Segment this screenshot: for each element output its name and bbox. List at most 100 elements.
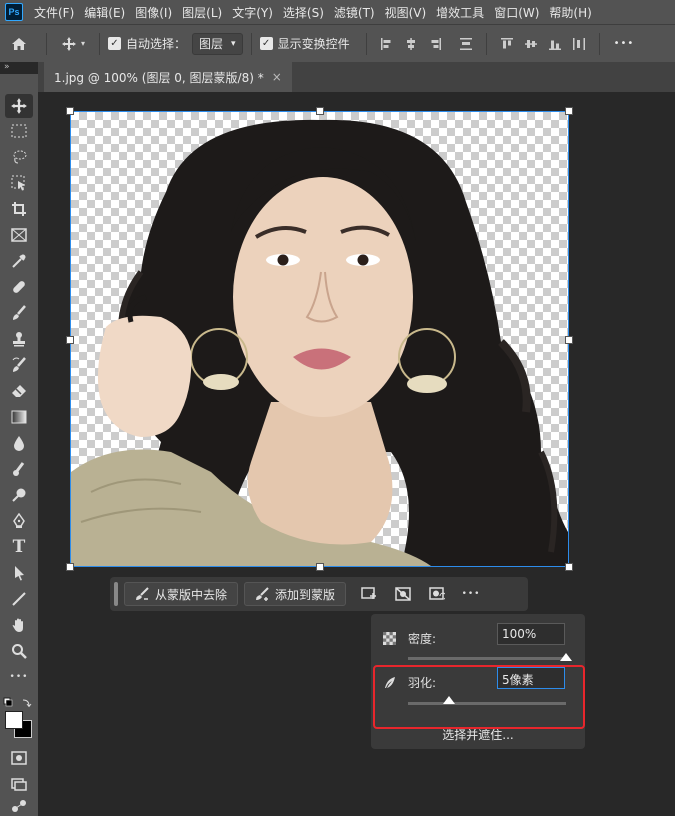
distribute-vertical-icon[interactable] bbox=[459, 37, 473, 51]
move-tool-icon[interactable] bbox=[5, 94, 33, 118]
separator bbox=[598, 32, 600, 55]
more-options-icon[interactable]: ••• bbox=[614, 38, 635, 49]
history-brush-icon[interactable] bbox=[5, 353, 33, 377]
align-bottom-icon[interactable] bbox=[548, 37, 562, 51]
transform-handle-top-left[interactable] bbox=[66, 107, 74, 115]
blur-tool-icon[interactable] bbox=[5, 431, 33, 455]
menu-plugins[interactable]: 增效工具 bbox=[431, 4, 489, 21]
auto-select-target-dropdown[interactable]: 图层 ▾ bbox=[192, 32, 243, 55]
more-options-icon[interactable]: ••• bbox=[454, 582, 488, 606]
menu-edit[interactable]: 编辑(E) bbox=[79, 4, 130, 21]
density-slider[interactable] bbox=[408, 653, 572, 661]
close-icon[interactable]: × bbox=[272, 70, 282, 84]
brush-minus-icon bbox=[136, 587, 149, 600]
feather-highlight-annotation bbox=[373, 665, 585, 729]
menu-select[interactable]: 选择(S) bbox=[278, 4, 329, 21]
subtract-from-mask-label: 从蒙版中去除 bbox=[155, 587, 228, 602]
canvas-area[interactable]: 从蒙版中去除 添加到蒙版 ••• 密度: 100% 羽化: 5像素 选择并遮住.… bbox=[38, 92, 675, 816]
transform-handle-right[interactable] bbox=[565, 336, 573, 344]
lasso-tool-icon[interactable] bbox=[5, 145, 33, 169]
path-select-icon[interactable] bbox=[5, 561, 33, 585]
screen-mode-icon[interactable] bbox=[5, 772, 33, 796]
move-tool-preset-icon[interactable]: ▾ bbox=[55, 36, 91, 52]
transform-handle-top-right[interactable] bbox=[565, 107, 573, 115]
align-horizontal-center-icon[interactable] bbox=[404, 37, 418, 51]
hand-tool-icon[interactable] bbox=[5, 613, 33, 637]
smudge-tool-icon[interactable] bbox=[5, 457, 33, 481]
line-tool-icon[interactable] bbox=[5, 587, 33, 611]
menu-bar: Ps 文件(F) 编辑(E) 图像(I) 图层(L) 文字(Y) 选择(S) 滤… bbox=[0, 0, 675, 24]
align-top-icon[interactable] bbox=[500, 37, 514, 51]
show-transform-controls-label: 显示变换控件 bbox=[277, 37, 350, 51]
marquee-tool-icon[interactable] bbox=[5, 119, 33, 143]
menu-filter[interactable]: 滤镜(T) bbox=[329, 4, 380, 21]
menu-layer[interactable]: 图层(L) bbox=[177, 4, 227, 21]
chevron-down-icon: ▾ bbox=[231, 38, 236, 49]
healing-brush-icon[interactable] bbox=[5, 275, 33, 299]
swatch-controls bbox=[3, 694, 35, 708]
home-icon[interactable] bbox=[0, 36, 38, 52]
add-to-mask-label: 添加到蒙版 bbox=[275, 587, 336, 602]
separator bbox=[250, 32, 252, 55]
object-select-tool-icon[interactable] bbox=[5, 171, 33, 195]
eyedropper-tool-icon[interactable] bbox=[5, 249, 33, 273]
brush-tool-icon[interactable] bbox=[5, 301, 33, 325]
crop-tool-icon[interactable] bbox=[5, 197, 33, 221]
transform-handle-top[interactable] bbox=[316, 107, 324, 115]
auto-select-checkbox[interactable]: ✓ bbox=[108, 37, 121, 50]
color-swatches[interactable] bbox=[4, 710, 34, 740]
menu-image[interactable]: 图像(I) bbox=[130, 4, 177, 21]
separator bbox=[485, 32, 487, 55]
transform-handle-bottom[interactable] bbox=[316, 563, 324, 571]
density-row: 密度: 100% bbox=[371, 623, 585, 658]
drag-handle[interactable] bbox=[114, 582, 118, 606]
document-tab-title: 1.jpg @ 100% (图层 0, 图层蒙版/8) * bbox=[54, 70, 264, 85]
mask-properties-icon[interactable] bbox=[352, 582, 386, 606]
density-checker-icon bbox=[383, 632, 396, 645]
disable-mask-icon[interactable] bbox=[386, 582, 420, 606]
dodge-tool-icon[interactable] bbox=[5, 483, 33, 507]
density-label: 密度: bbox=[408, 632, 437, 646]
document-tab[interactable]: 1.jpg @ 100% (图层 0, 图层蒙版/8) * × bbox=[44, 62, 292, 92]
quick-mask-icon[interactable] bbox=[5, 746, 33, 770]
auto-select-label: 自动选择： bbox=[126, 37, 187, 51]
invert-mask-icon[interactable] bbox=[420, 582, 454, 606]
transform-handle-bottom-left[interactable] bbox=[66, 563, 74, 571]
menu-window[interactable]: 窗口(W) bbox=[489, 4, 544, 21]
dropdown-value: 图层 bbox=[199, 37, 224, 51]
density-slider-thumb[interactable] bbox=[560, 653, 572, 661]
distribute-horizontal-icon[interactable] bbox=[572, 37, 586, 51]
separator bbox=[365, 32, 367, 55]
show-transform-controls-checkbox[interactable]: ✓ bbox=[259, 37, 273, 50]
contextual-task-bar: 从蒙版中去除 添加到蒙版 ••• bbox=[110, 577, 528, 611]
tools-panel: T ••• bbox=[0, 74, 38, 816]
gradient-tool-icon[interactable] bbox=[5, 405, 33, 429]
density-input[interactable]: 100% bbox=[497, 623, 565, 645]
transform-bounding-box[interactable] bbox=[70, 111, 569, 567]
pen-tool-icon[interactable] bbox=[5, 509, 33, 533]
frame-tool-icon[interactable] bbox=[5, 223, 33, 247]
menu-type[interactable]: 文字(Y) bbox=[227, 4, 278, 21]
photoshop-logo: Ps bbox=[5, 3, 23, 21]
eraser-tool-icon[interactable] bbox=[5, 379, 33, 403]
brush-plus-icon bbox=[256, 587, 269, 601]
align-left-icon[interactable] bbox=[380, 37, 394, 51]
transform-handle-bottom-right[interactable] bbox=[565, 563, 573, 571]
share-icon[interactable] bbox=[5, 798, 33, 816]
transform-handle-left[interactable] bbox=[66, 336, 74, 344]
align-vertical-center-icon[interactable] bbox=[524, 37, 538, 51]
more-tools-icon[interactable]: ••• bbox=[5, 665, 33, 689]
subtract-from-mask-button[interactable]: 从蒙版中去除 bbox=[124, 582, 239, 606]
type-tool-icon[interactable]: T bbox=[5, 535, 33, 559]
add-to-mask-button[interactable]: 添加到蒙版 bbox=[244, 582, 347, 606]
align-right-icon[interactable] bbox=[428, 37, 442, 51]
chevron-down-icon: ▾ bbox=[80, 39, 85, 48]
foreground-color-swatch[interactable] bbox=[5, 711, 23, 729]
clone-stamp-icon[interactable] bbox=[5, 327, 33, 351]
menu-view[interactable]: 视图(V) bbox=[380, 4, 432, 21]
separator bbox=[46, 32, 47, 55]
zoom-tool-icon[interactable] bbox=[5, 639, 33, 663]
menu-file[interactable]: 文件(F) bbox=[29, 4, 79, 21]
menu-help[interactable]: 帮助(H) bbox=[544, 4, 596, 21]
collapse-panels-icon[interactable]: » bbox=[0, 62, 38, 74]
